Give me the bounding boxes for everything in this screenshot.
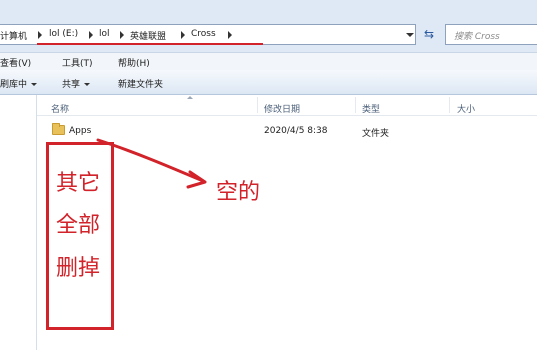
annotation-arrow-icon bbox=[96, 138, 207, 189]
annotation-arrow-label: 空的 bbox=[216, 180, 261, 205]
